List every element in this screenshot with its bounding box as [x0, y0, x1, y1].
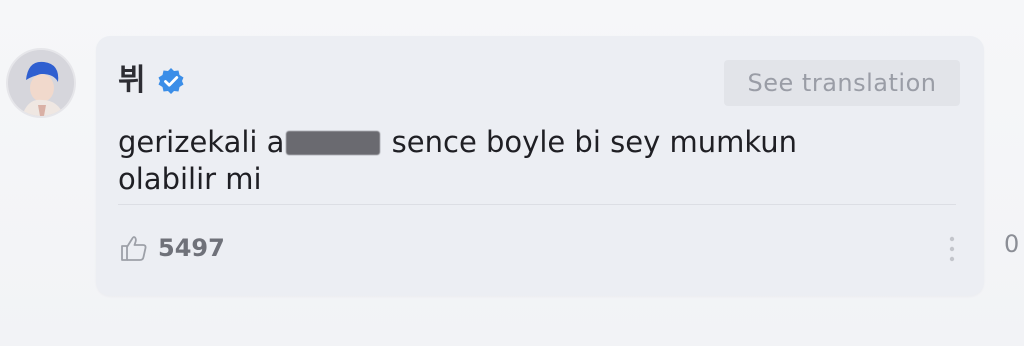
author-name[interactable]: 뷔 — [118, 66, 147, 96]
comment-card: 뷔 See translation gerizekali a sence boy… — [96, 36, 984, 296]
comment-text-part-1: gerizekali a — [118, 125, 285, 159]
divider — [118, 204, 956, 205]
see-translation-button[interactable]: See translation — [724, 60, 960, 106]
avatar[interactable] — [8, 50, 74, 116]
redaction-block — [286, 131, 381, 155]
verified-badge-icon — [158, 68, 184, 94]
more-vertical-icon[interactable] — [948, 234, 956, 264]
comment-header: 뷔 — [118, 66, 185, 96]
comment-feed: 뷔 See translation gerizekali a sence boy… — [0, 0, 1024, 346]
comment-text: gerizekali a sence boyle bi sey mumkun o… — [118, 124, 898, 198]
thumbs-up-icon[interactable] — [118, 232, 150, 264]
reply-count: 0 — [1004, 230, 1020, 258]
like-row: 5497 — [118, 232, 225, 264]
like-count: 5497 — [158, 234, 225, 262]
